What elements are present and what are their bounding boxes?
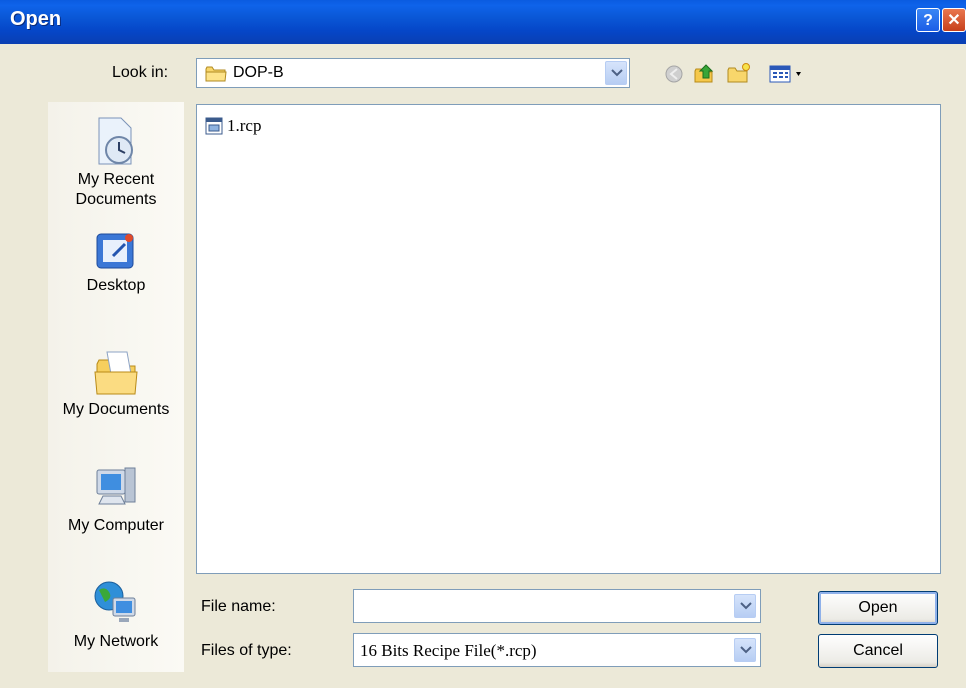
my-computer-icon [96, 467, 136, 505]
place-label: My Recent Documents [75, 171, 157, 208]
folder-icon [205, 66, 227, 82]
look-in-value: DOP-B [233, 64, 284, 81]
new-folder-icon[interactable] [726, 62, 752, 86]
files-of-type-dropdown[interactable]: 16 Bits Recipe File(*.rcp) [353, 633, 761, 667]
places-bar: My RecentDocuments Desktop My Documents [48, 102, 184, 672]
title-bar[interactable]: Open ? ✕ [0, 0, 966, 44]
file-name: 1.rcp [227, 116, 262, 135]
view-menu-icon[interactable] [768, 62, 812, 86]
chevron-down-icon[interactable] [605, 61, 627, 85]
help-icon[interactable]: ? [916, 8, 940, 32]
list-item[interactable]: 1.rcp [205, 115, 261, 137]
place-my-computer[interactable]: My Computer [48, 460, 184, 536]
place-my-documents[interactable]: My Documents [48, 344, 184, 420]
files-of-type-label: Files of type: [201, 642, 292, 659]
file-list[interactable]: 1.rcp [196, 104, 941, 574]
place-my-recent-documents[interactable]: My Recent Documents [48, 112, 184, 210]
cancel-button[interactable]: Cancel [818, 634, 938, 668]
recent-documents-icon [98, 117, 133, 165]
chevron-down-icon[interactable] [734, 594, 756, 618]
files-of-type-value: 16 Bits Recipe File(*.rcp) [360, 641, 537, 660]
desktop-icon [96, 233, 134, 269]
up-folder-icon[interactable] [692, 62, 718, 86]
my-network-icon [94, 581, 136, 622]
open-dialog: Open ? ✕ Look in: DOP-B My Recent Docume… [0, 0, 966, 688]
place-label: My Network [73, 633, 159, 650]
chevron-down-icon[interactable] [734, 638, 756, 662]
look-in-dropdown[interactable]: DOP-B [196, 58, 630, 88]
place-my-network[interactable]: My Network [48, 576, 184, 652]
place-label: My Computer [67, 517, 165, 534]
place-desktop[interactable]: Desktop [48, 228, 184, 296]
back-icon[interactable] [662, 62, 688, 86]
look-in-label: Look in: [112, 64, 169, 81]
my-documents-icon [94, 351, 138, 395]
open-button[interactable]: Open [818, 591, 938, 625]
place-label: My Documents [62, 401, 170, 418]
place-label: Desktop [86, 277, 146, 294]
file-name-input[interactable] [353, 589, 761, 623]
close-icon[interactable]: ✕ [942, 8, 966, 32]
recipe-file-icon [205, 117, 223, 135]
window-title: Open [10, 8, 62, 30]
file-name-label: File name: [201, 598, 276, 615]
